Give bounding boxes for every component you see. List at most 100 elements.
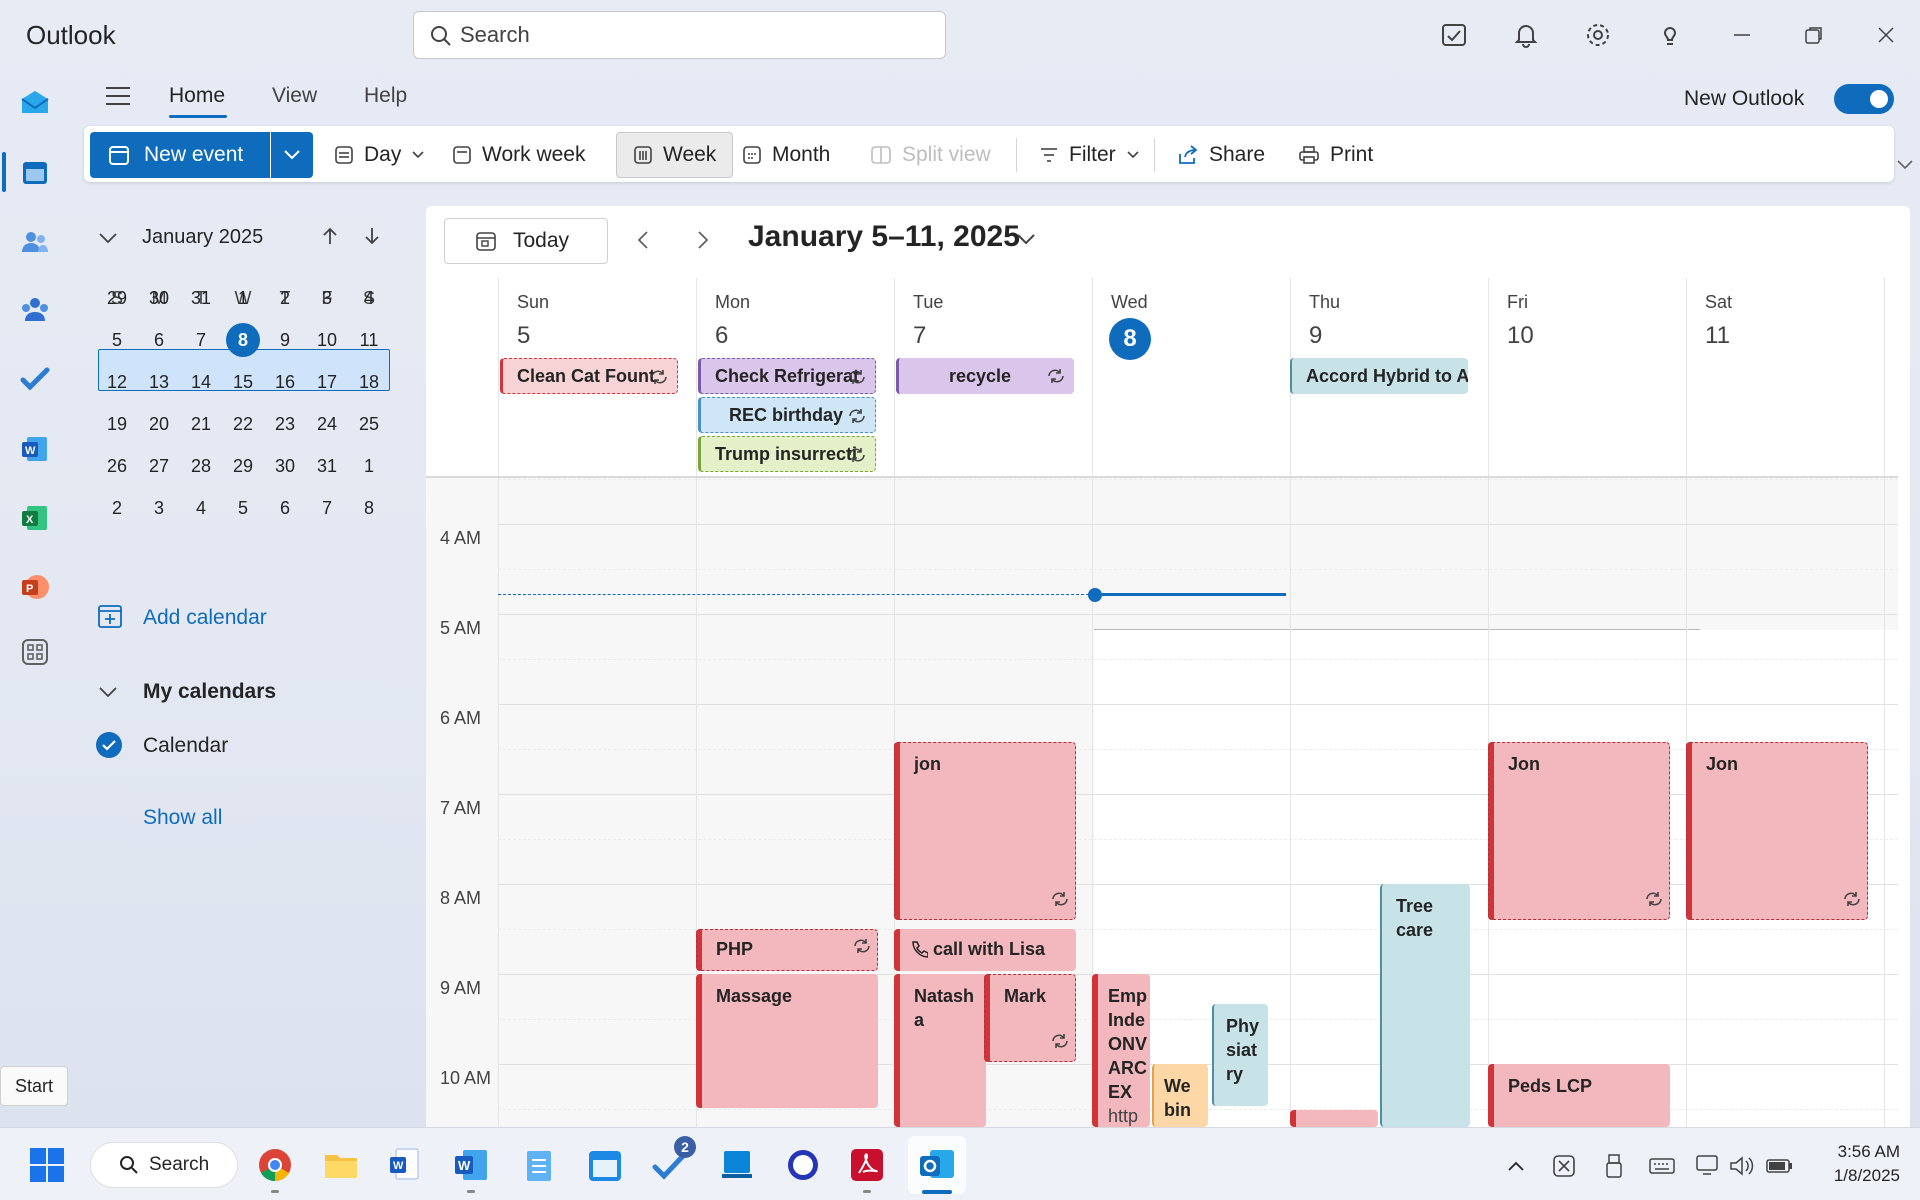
outlook-taskbar-icon[interactable] xyxy=(918,1146,956,1184)
acrobat-icon[interactable] xyxy=(848,1146,886,1184)
excel-app-icon[interactable]: X xyxy=(18,501,52,535)
calendar-event[interactable]: Mark xyxy=(984,974,1076,1062)
show-hidden-icons-chevron-icon[interactable] xyxy=(1502,1152,1530,1180)
mini-calendar-day[interactable]: 14 xyxy=(180,361,222,403)
add-calendar-icon[interactable] xyxy=(96,602,124,630)
my-day-icon[interactable] xyxy=(1438,19,1470,51)
filter-button[interactable]: Filter xyxy=(1039,132,1140,178)
calendar-checkbox[interactable] xyxy=(96,732,122,758)
search-input[interactable] xyxy=(460,20,930,50)
cortana-ring-icon[interactable] xyxy=(784,1146,822,1184)
new-outlook-toggle[interactable] xyxy=(1834,84,1894,114)
all-day-event[interactable]: Trump insurrecti xyxy=(698,436,876,472)
mini-calendar-day[interactable]: 28 xyxy=(180,445,222,487)
mini-calendar-day[interactable]: 3 xyxy=(138,487,180,529)
next-month-arrow-icon[interactable] xyxy=(360,224,384,248)
todo-app-icon[interactable] xyxy=(18,362,52,396)
mini-calendar-day[interactable]: 7 xyxy=(180,319,222,361)
mini-calendar-day[interactable]: 6 xyxy=(264,487,306,529)
mini-calendar-day[interactable]: 6 xyxy=(138,319,180,361)
mini-calendar-day[interactable]: 5 xyxy=(222,487,264,529)
mini-calendar-day[interactable]: 9 xyxy=(264,319,306,361)
powerpoint-app-icon[interactable]: P xyxy=(18,570,52,604)
new-event-dropdown[interactable] xyxy=(271,132,313,178)
mini-calendar-day[interactable]: 19 xyxy=(96,403,138,445)
settings-gear-icon[interactable] xyxy=(1582,19,1614,51)
mini-calendar-day[interactable]: 30 xyxy=(138,277,180,319)
date-range-chevron-down-icon[interactable] xyxy=(1016,232,1036,250)
minimize-icon[interactable] xyxy=(1726,19,1758,51)
mini-calendar-day[interactable]: 17 xyxy=(306,361,348,403)
keyboard-icon[interactable] xyxy=(1648,1152,1676,1180)
all-day-event[interactable]: recycle xyxy=(896,358,1074,394)
mini-calendar-day[interactable]: 1 xyxy=(222,277,264,319)
show-all-link[interactable]: Show all xyxy=(143,806,222,830)
share-button[interactable]: Share xyxy=(1177,132,1265,178)
month-view-button[interactable]: Month xyxy=(742,132,830,178)
week-view-button[interactable]: Week xyxy=(616,132,734,178)
calendar-event[interactable]: call with Lisa xyxy=(894,929,1076,971)
day-column-header[interactable]: Sat 11 xyxy=(1686,278,1884,478)
groups-app-icon[interactable] xyxy=(18,292,52,326)
mini-calendar-day[interactable]: 31 xyxy=(180,277,222,319)
windows-app-icon[interactable] xyxy=(718,1146,756,1184)
add-calendar-link[interactable]: Add calendar xyxy=(143,606,267,630)
calendar-app-icon[interactable] xyxy=(586,1146,624,1184)
collapse-my-calendars-chevron-icon[interactable] xyxy=(96,680,120,704)
today-button[interactable]: Today xyxy=(444,218,608,264)
people-app-icon[interactable] xyxy=(18,225,52,259)
calendar-app-icon[interactable] xyxy=(18,155,52,189)
mini-calendar-day[interactable]: 24 xyxy=(306,403,348,445)
mini-calendar-day[interactable]: 12 xyxy=(96,361,138,403)
tab-view[interactable]: View xyxy=(272,84,317,108)
all-day-event[interactable]: Clean Cat Fount xyxy=(500,358,678,394)
notifications-bell-icon[interactable] xyxy=(1510,19,1542,51)
day-column-header[interactable]: Fri 10 xyxy=(1488,278,1686,478)
windows-start-icon[interactable] xyxy=(28,1146,66,1184)
mini-calendar-day[interactable]: 30 xyxy=(264,445,306,487)
search-box[interactable] xyxy=(413,11,946,59)
work-week-view-button[interactable]: Work week xyxy=(452,132,585,178)
mini-calendar-day[interactable]: 18 xyxy=(348,361,390,403)
mini-calendar-day[interactable]: 20 xyxy=(138,403,180,445)
tab-help[interactable]: Help xyxy=(364,84,407,108)
close-icon[interactable] xyxy=(1870,19,1902,51)
more-apps-icon[interactable] xyxy=(18,635,52,669)
restore-window-icon[interactable] xyxy=(1798,19,1830,51)
mini-calendar-day[interactable]: 4 xyxy=(348,277,390,319)
mini-calendar-day[interactable]: 23 xyxy=(264,403,306,445)
mini-calendar-day[interactable]: 21 xyxy=(180,403,222,445)
mini-calendar-day[interactable]: 11 xyxy=(348,319,390,361)
mini-calendar-day[interactable]: 10 xyxy=(306,319,348,361)
calendar-event[interactable] xyxy=(1290,1110,1378,1127)
volume-icon[interactable] xyxy=(1728,1152,1756,1180)
all-day-event[interactable]: Accord Hybrid to A xyxy=(1290,358,1468,394)
mini-calendar-day[interactable]: 7 xyxy=(306,487,348,529)
mini-calendar-day[interactable]: 16 xyxy=(264,361,306,403)
mini-calendar-day[interactable]: 15 xyxy=(222,361,264,403)
mini-calendar-day[interactable]: 8 xyxy=(222,319,264,361)
calendar-event[interactable]: Emp Inde ONV ARC EX http xyxy=(1092,974,1150,1127)
previous-month-arrow-icon[interactable] xyxy=(318,224,342,248)
day-view-button[interactable]: Day xyxy=(334,132,425,178)
calendar-event[interactable]: Peds LCP xyxy=(1488,1064,1670,1127)
my-calendars-header[interactable]: My calendars xyxy=(143,680,276,704)
mini-calendar-day[interactable]: 29 xyxy=(222,445,264,487)
hamburger-menu-icon[interactable] xyxy=(104,84,132,113)
mini-calendar-day[interactable]: 26 xyxy=(96,445,138,487)
mini-calendar-day[interactable]: 5 xyxy=(96,319,138,361)
date-range-title[interactable]: January 5–11, 2025 xyxy=(748,220,1020,254)
notepad-icon[interactable] xyxy=(520,1146,558,1184)
mini-calendar-day[interactable]: 4 xyxy=(180,487,222,529)
mini-calendar-day[interactable]: 29 xyxy=(96,277,138,319)
day-column-header[interactable]: Wed 8 xyxy=(1092,278,1290,478)
collapse-chevron-icon[interactable] xyxy=(96,226,120,250)
calendar-event[interactable]: We bin xyxy=(1152,1064,1208,1127)
mini-calendar-day[interactable]: 27 xyxy=(138,445,180,487)
tab-home[interactable]: Home xyxy=(169,84,225,108)
chrome-icon[interactable] xyxy=(256,1146,294,1184)
mini-calendar-day[interactable]: 3 xyxy=(306,277,348,319)
next-week-chevron-icon[interactable] xyxy=(696,230,710,255)
file-explorer-icon[interactable] xyxy=(322,1146,360,1184)
network-icon[interactable] xyxy=(1694,1152,1722,1180)
